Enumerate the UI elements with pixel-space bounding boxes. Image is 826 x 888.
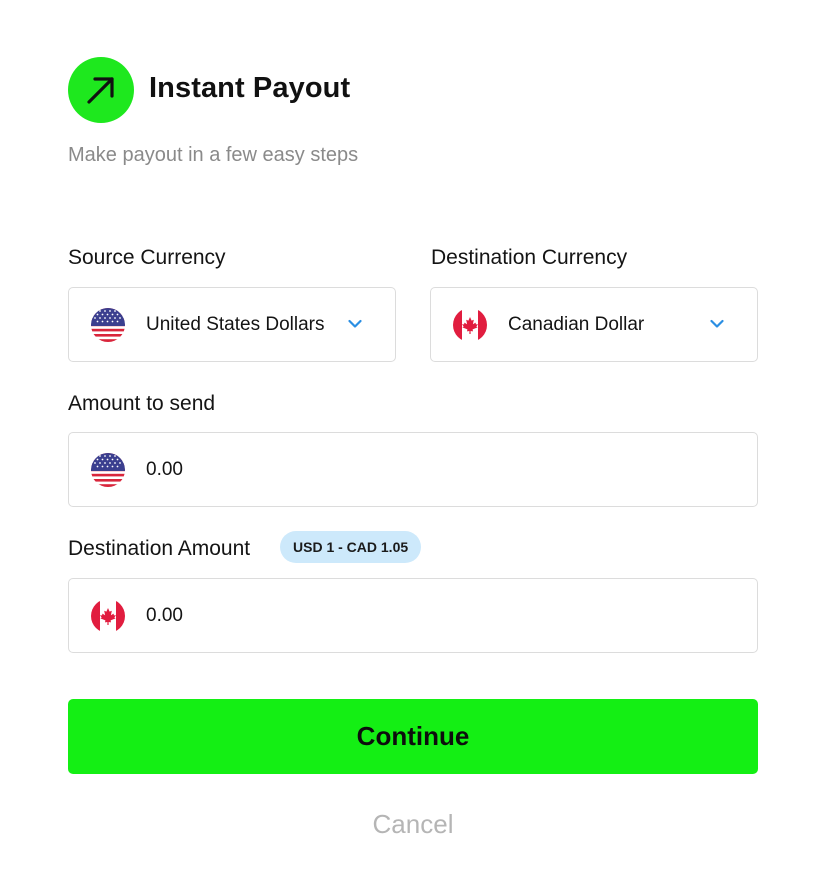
destination-currency-select[interactable]: Canadian Dollar bbox=[430, 287, 758, 362]
arrow-up-right-icon bbox=[68, 57, 134, 123]
chevron-down-icon[interactable] bbox=[348, 319, 362, 329]
ca-flag-icon bbox=[453, 307, 487, 342]
continue-button[interactable]: Continue bbox=[68, 699, 758, 774]
destination-amount-label: Destination Amount bbox=[68, 537, 251, 560]
source-currency-value: United States Dollars bbox=[146, 313, 325, 335]
destination-currency-value: Canadian Dollar bbox=[508, 313, 645, 335]
us-flag-icon bbox=[91, 307, 125, 342]
exchange-rate-badge: USD 1 - CAD 1.05 bbox=[280, 531, 422, 563]
destination-currency-label: Destination Currency bbox=[431, 246, 628, 269]
amount-to-send-input[interactable]: 0.00 bbox=[68, 432, 758, 507]
ca-flag-icon bbox=[91, 598, 125, 633]
amount-to-send-label: Amount to send bbox=[68, 392, 216, 415]
source-currency-select[interactable]: United States Dollars bbox=[68, 287, 396, 362]
chevron-down-icon[interactable] bbox=[710, 319, 724, 329]
destination-amount-input[interactable]: 0.00 bbox=[68, 578, 758, 653]
destination-amount-value: 0.00 bbox=[146, 604, 183, 626]
amount-to-send-value: 0.00 bbox=[146, 458, 183, 480]
source-currency-label: Source Currency bbox=[68, 246, 226, 269]
us-flag-icon bbox=[91, 452, 125, 487]
cancel-button[interactable]: Cancel bbox=[313, 804, 513, 844]
page-subtitle: Make payout in a few easy steps bbox=[68, 144, 359, 166]
page-title: Instant Payout bbox=[149, 72, 351, 104]
